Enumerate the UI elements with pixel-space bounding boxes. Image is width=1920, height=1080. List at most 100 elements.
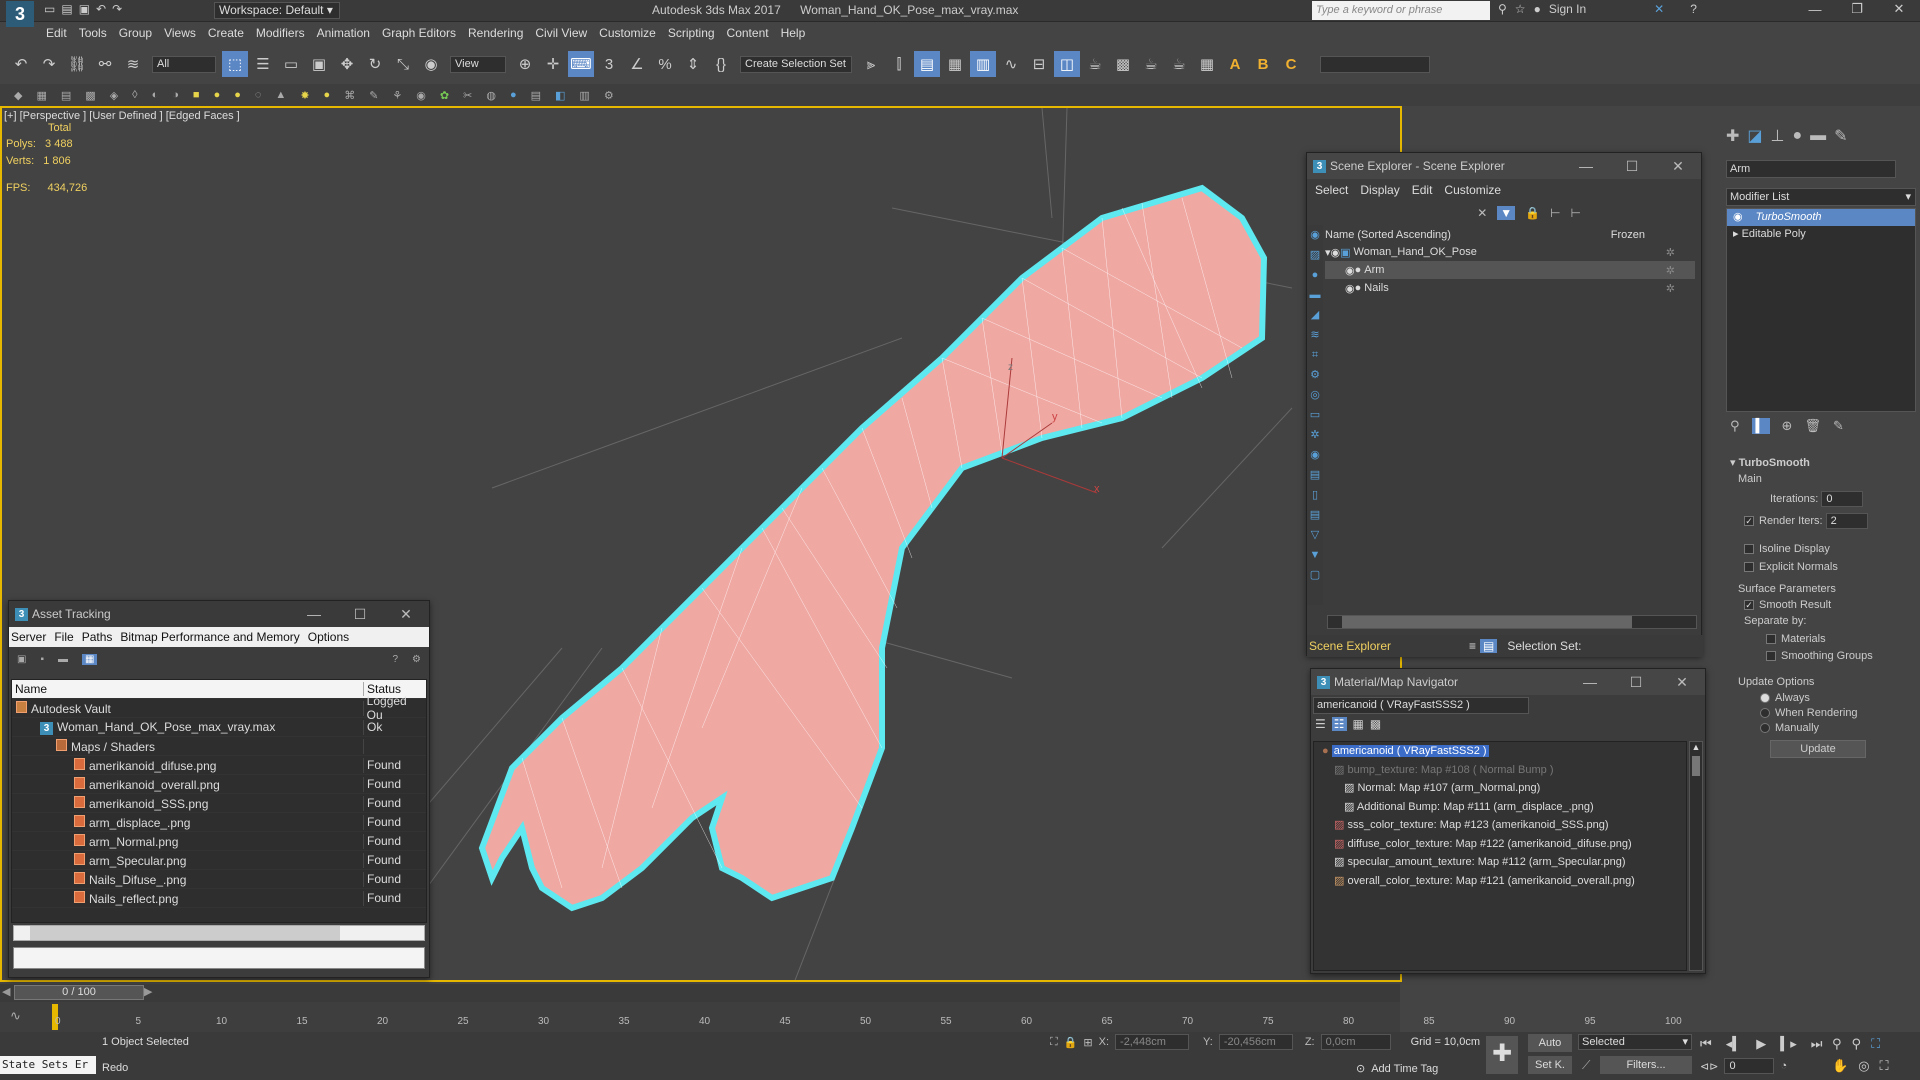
reference-coord-dropdown[interactable]: View bbox=[450, 55, 506, 73]
configure-sets-icon[interactable]: ✎ bbox=[1833, 418, 1844, 434]
select-object-icon[interactable]: ⬚ bbox=[222, 51, 248, 77]
link-icon[interactable]: ⛓ bbox=[64, 51, 90, 77]
go-to-start-icon[interactable]: ⏮ bbox=[1700, 1036, 1712, 1052]
selection-set-dropdown[interactable]: Create Selection Set bbox=[740, 55, 852, 73]
eye-icon[interactable]: ◉ bbox=[1345, 282, 1355, 295]
tool-icon[interactable]: ◉ bbox=[416, 89, 426, 102]
tool-icon[interactable]: ◌ bbox=[255, 89, 262, 101]
viewport-label[interactable]: [+] [Perspective ] [User Defined ] [Edge… bbox=[4, 110, 240, 122]
undo-icon[interactable]: ↶ bbox=[96, 2, 106, 16]
when-rendering-radio[interactable] bbox=[1760, 708, 1770, 719]
menu-create[interactable]: Create bbox=[202, 26, 250, 40]
small-icons-icon[interactable]: ▦ bbox=[1353, 717, 1364, 731]
material-row[interactable]: ▨ Additional Bump: Map #111 (arm_displac… bbox=[1322, 798, 1686, 817]
snap-toggle-icon[interactable]: 3 bbox=[596, 51, 622, 77]
redo-icon[interactable]: ↷ bbox=[112, 2, 122, 16]
pin-stack-icon[interactable]: ⚲ bbox=[1730, 418, 1740, 434]
orbit-icon[interactable]: ◎ bbox=[1858, 1058, 1869, 1074]
maximize-icon[interactable]: ☐ bbox=[1609, 158, 1655, 175]
asset-row[interactable]: arm_displace_.png Found bbox=[12, 813, 426, 832]
menu-rendering[interactable]: Rendering bbox=[462, 26, 529, 40]
prev-key-icon[interactable]: ◂▍ bbox=[1726, 1036, 1743, 1052]
rect-selection-icon[interactable]: ▭ bbox=[278, 51, 304, 77]
se-hscrollbar[interactable] bbox=[1327, 615, 1697, 629]
tool-icon[interactable]: ▥ bbox=[579, 89, 589, 102]
prev-frame-icon[interactable]: ◀ bbox=[2, 985, 10, 998]
lock-icon[interactable]: 🔒 bbox=[1525, 206, 1540, 220]
menu-graph-editors[interactable]: Graph Editors bbox=[376, 26, 462, 40]
tool-icon[interactable]: ✿ bbox=[440, 89, 449, 102]
material-row[interactable]: ▨ diffuse_color_texture: Map #122 (ameri… bbox=[1322, 835, 1686, 854]
selection-filter-dropdown[interactable]: All bbox=[152, 55, 216, 73]
at-tool-icon[interactable]: ▬ bbox=[58, 654, 68, 665]
tool-icon[interactable]: ◧ bbox=[555, 89, 565, 102]
percent-snap-icon[interactable]: % bbox=[652, 51, 678, 77]
key-filter-icon[interactable]: ⟋ bbox=[1582, 1058, 1590, 1073]
add-time-tag[interactable]: Add Time Tag bbox=[1371, 1063, 1438, 1075]
named-selection-icon[interactable]: {} bbox=[708, 51, 734, 77]
x-coord-field[interactable]: -2,448cm bbox=[1115, 1034, 1190, 1050]
col-name-header[interactable]: Name (Sorted Ascending) bbox=[1325, 229, 1451, 241]
close-icon[interactable]: ✕ bbox=[383, 606, 429, 623]
scale-icon[interactable]: ⤡ bbox=[390, 51, 416, 77]
tool-icon[interactable]: ▲ bbox=[275, 89, 286, 101]
smooth-result-checkbox[interactable]: ✓ bbox=[1744, 600, 1754, 611]
material-row[interactable]: ▨ bump_texture: Map #108 ( Normal Bump ) bbox=[1322, 761, 1686, 780]
angle-snap-icon[interactable]: ∠ bbox=[624, 51, 650, 77]
binoculars-icon[interactable]: ⚲ bbox=[1498, 2, 1507, 16]
mini-curve-editor-icon[interactable]: ∿ bbox=[10, 1008, 21, 1024]
new-file-icon[interactable]: ▭ bbox=[44, 2, 55, 16]
se-footer-label[interactable]: Scene Explorer bbox=[1307, 639, 1457, 653]
rotate-icon[interactable]: ↻ bbox=[362, 51, 388, 77]
at-menu-bitmap[interactable]: Bitmap Performance and Memory bbox=[116, 630, 303, 644]
tool-icon[interactable]: ▤ bbox=[61, 89, 71, 102]
material-row[interactable]: ▨ overall_color_texture: Map #121 (ameri… bbox=[1322, 872, 1686, 891]
eye-icon[interactable]: ◉ bbox=[1331, 246, 1341, 259]
tool-icon[interactable]: ⚙ bbox=[604, 89, 614, 102]
maximize-viewport-icon[interactable]: ⛶ bbox=[1880, 1058, 1889, 1074]
selected-dropdown[interactable]: Selected ▾ bbox=[1578, 1034, 1692, 1050]
tool-icon[interactable]: ● bbox=[510, 89, 517, 101]
auto-key-button[interactable]: Auto bbox=[1528, 1034, 1572, 1052]
se-menu-customize[interactable]: Customize bbox=[1438, 183, 1507, 197]
align-icon[interactable]: ⫿ bbox=[886, 51, 912, 77]
utilities-tab-icon[interactable]: ✎ bbox=[1834, 126, 1847, 146]
asset-row[interactable]: amerikanoid_overall.png Found bbox=[12, 775, 426, 794]
scene-explorer-toggle-icon[interactable]: ▤ bbox=[914, 51, 940, 77]
tool-icon[interactable]: ● bbox=[234, 89, 241, 101]
asset-row[interactable]: arm_Specular.png Found bbox=[12, 851, 426, 870]
material-row[interactable]: ▨ specular_amount_texture: Map #112 (arm… bbox=[1322, 853, 1686, 872]
make-unique-icon[interactable]: ⊕ bbox=[1782, 418, 1793, 434]
bind-spacewarp-icon[interactable]: ≋ bbox=[120, 51, 146, 77]
at-tool-icon[interactable]: ▣ bbox=[17, 654, 26, 665]
render-iterative-icon[interactable]: ☕ bbox=[1166, 51, 1192, 77]
open-file-icon[interactable]: ▤ bbox=[61, 2, 72, 16]
tree-row-woman-hand[interactable]: ▾ ◉ ▣ Woman_Hand_OK_Pose ✲ bbox=[1325, 243, 1695, 261]
mirror-icon[interactable]: ⫸ bbox=[858, 51, 884, 77]
current-frame-field[interactable]: 0 bbox=[1724, 1058, 1775, 1074]
frozen-icon[interactable]: ✲ bbox=[1666, 282, 1675, 295]
tool-icon[interactable]: ● bbox=[214, 89, 221, 101]
at-menu-file[interactable]: File bbox=[50, 630, 77, 644]
keyboard-shortcut-icon[interactable]: ⌨ bbox=[568, 51, 594, 77]
window-crossing-icon[interactable]: ▣ bbox=[306, 51, 332, 77]
minimize-icon[interactable]: — bbox=[1567, 674, 1613, 691]
always-radio[interactable] bbox=[1760, 693, 1770, 704]
maximize-icon[interactable]: ☐ bbox=[1613, 674, 1659, 691]
menu-customize[interactable]: Customize bbox=[593, 26, 662, 40]
tool-icon[interactable]: ◊ bbox=[132, 89, 137, 101]
hierarchy-icon[interactable]: ⊢ bbox=[1550, 206, 1560, 220]
pivot-icon[interactable]: ⊕ bbox=[512, 51, 538, 77]
render-setup-icon[interactable]: ☕ bbox=[1082, 51, 1108, 77]
object-name-field[interactable]: Arm bbox=[1726, 160, 1896, 178]
frozen-icon[interactable]: ✲ bbox=[1666, 264, 1675, 277]
z-coord-field[interactable]: 0,0cm bbox=[1320, 1034, 1391, 1050]
save-icon[interactable]: ▣ bbox=[79, 2, 90, 16]
render-production-icon[interactable]: ☕ bbox=[1138, 51, 1164, 77]
at-menu-options[interactable]: Options bbox=[304, 630, 353, 644]
hierarchy-tab-icon[interactable]: ⊥ bbox=[1771, 126, 1785, 146]
tool-icon[interactable]: ▦ bbox=[36, 89, 46, 102]
motion-tab-icon[interactable]: ● bbox=[1792, 127, 1802, 145]
frozen-icon[interactable]: ✲ bbox=[1666, 246, 1675, 259]
close-icon[interactable]: ✕ bbox=[1655, 158, 1701, 175]
